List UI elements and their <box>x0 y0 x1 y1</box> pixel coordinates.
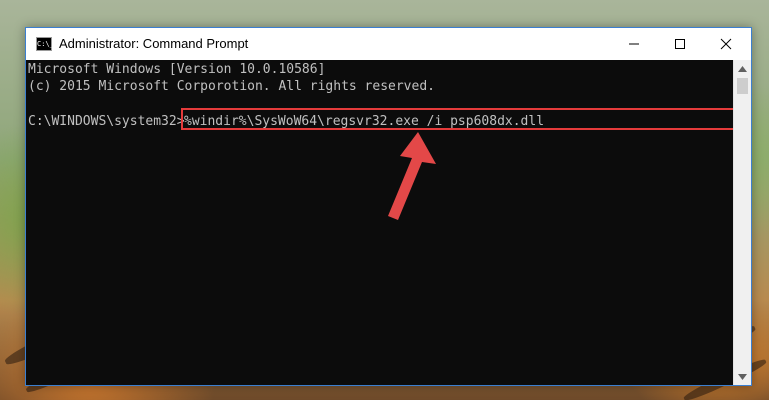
chevron-up-icon <box>738 65 747 72</box>
cmd-app-icon: C:\_ <box>36 37 54 51</box>
vertical-scrollbar[interactable] <box>733 60 751 385</box>
command-highlight-box <box>181 108 733 130</box>
scroll-down-button[interactable] <box>734 368 751 385</box>
minimize-icon <box>629 43 639 45</box>
maximize-button[interactable] <box>657 28 703 60</box>
console-prompt: C:\WINDOWS\system32> <box>28 114 185 129</box>
console-line: Microsoft Windows [Version 10.0.10586] <box>28 62 326 77</box>
scroll-up-button[interactable] <box>734 60 751 77</box>
scroll-thumb[interactable] <box>737 78 748 94</box>
minimize-button[interactable] <box>611 28 657 60</box>
maximize-icon <box>675 39 685 49</box>
close-icon <box>720 38 732 50</box>
red-arrow-icon <box>380 132 440 232</box>
window-title: Administrator: Command Prompt <box>59 36 249 51</box>
console-line: (c) 2015 Microsoft Corporotion. All righ… <box>28 79 435 94</box>
chevron-down-icon <box>738 373 747 380</box>
title-bar[interactable]: C:\_ Administrator: Command Prompt <box>26 28 751 60</box>
close-button[interactable] <box>703 28 749 60</box>
